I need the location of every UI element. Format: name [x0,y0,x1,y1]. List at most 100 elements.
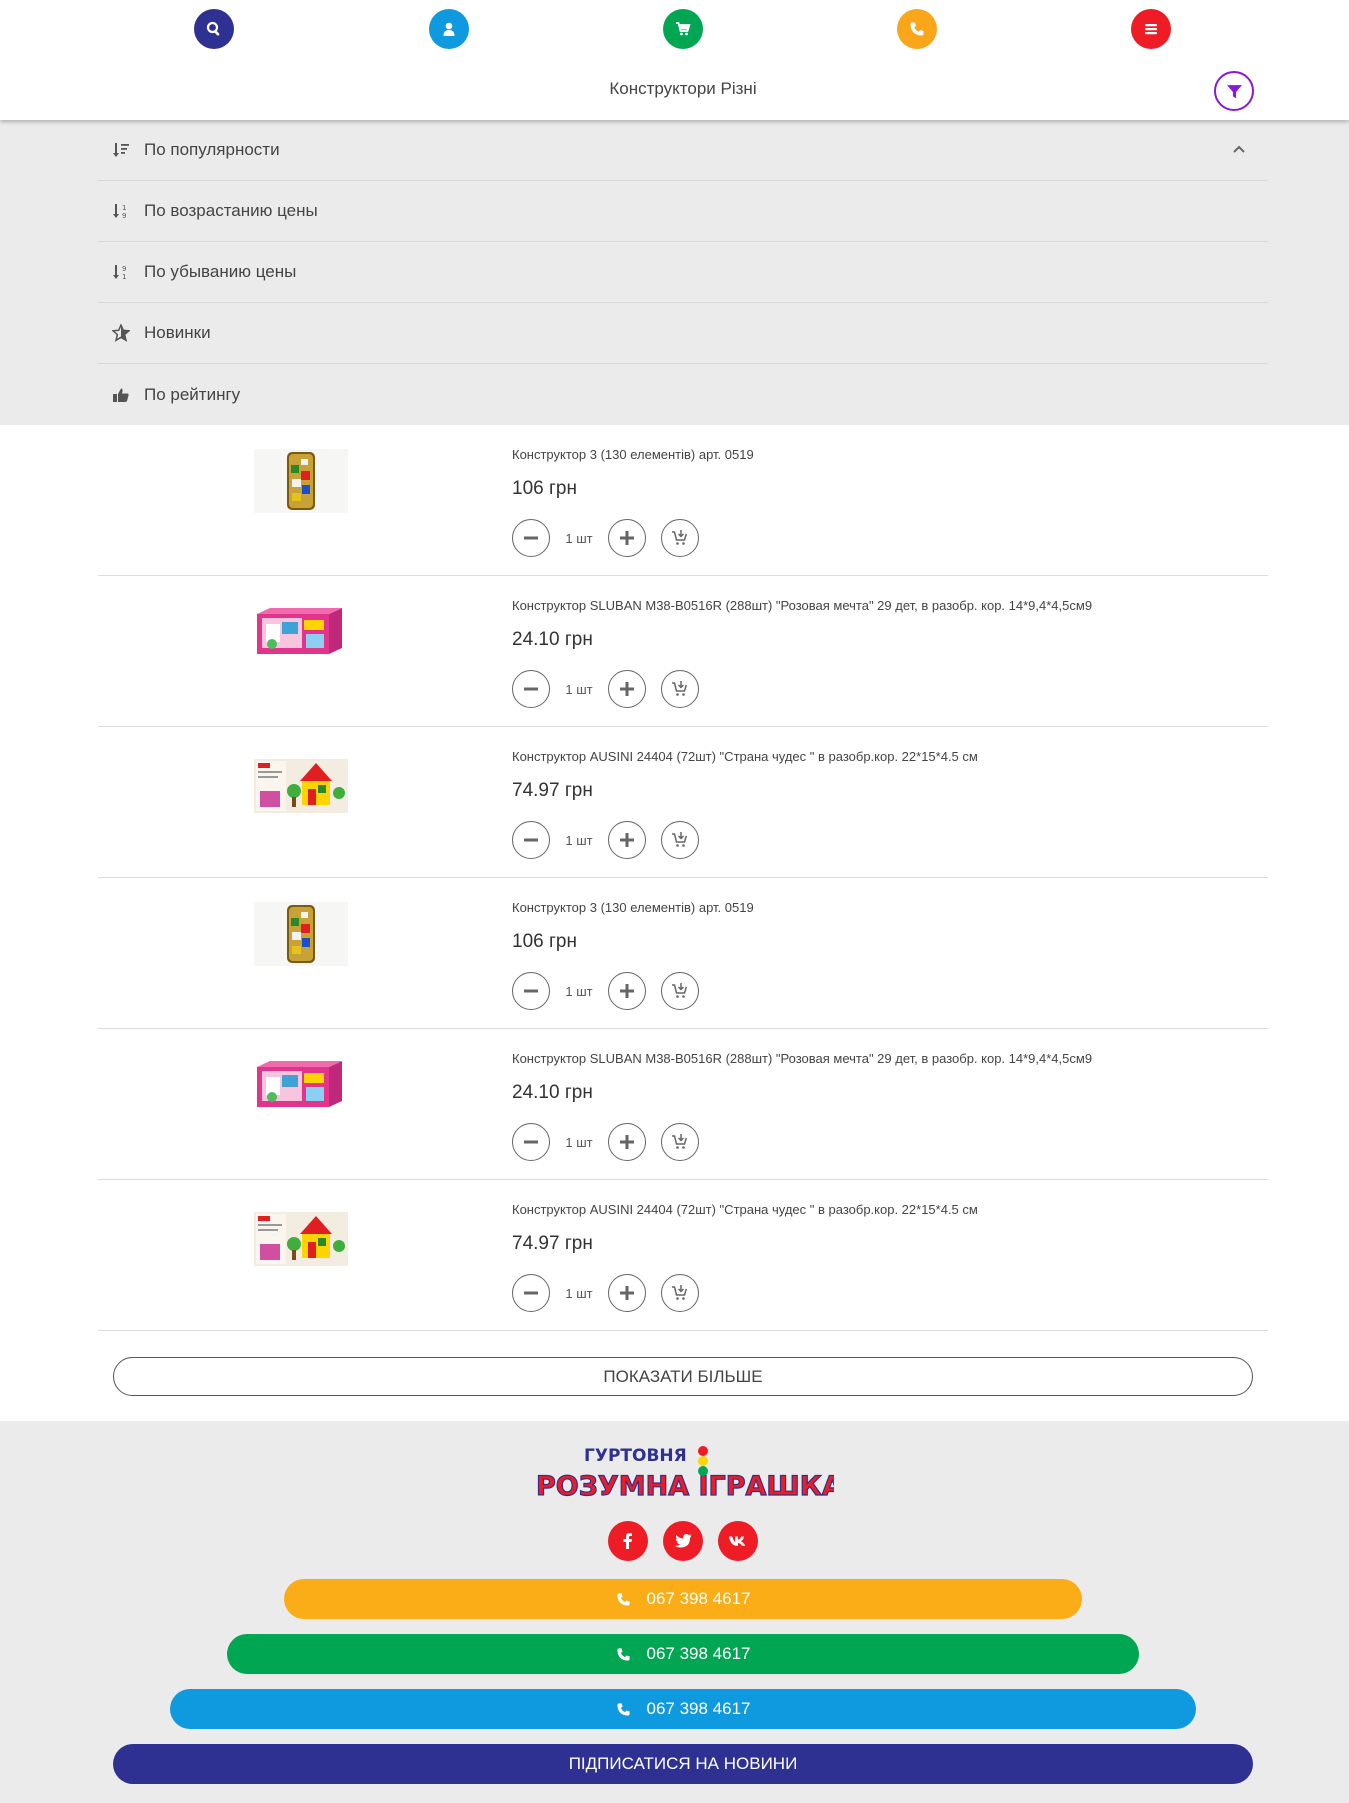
quantity-value: 1 шт [565,1134,593,1150]
sort-label: По убыванию цены [144,262,297,281]
phone-pill-2[interactable]: 067 398 4617 [227,1634,1139,1674]
cart-add-icon [672,681,688,696]
minus-icon [524,838,538,842]
increase-button[interactable] [608,821,646,859]
filter-button[interactable] [1214,71,1254,111]
sort-descending-icon: 91 [112,262,130,282]
cart-add-icon [672,832,688,847]
add-to-cart-button[interactable] [661,670,699,708]
product-name[interactable]: Конструктор SLUBAN M38-B0516R (288шт) "Р… [512,1051,1092,1066]
product-item: Конструктор AUSINI 24404 (72шт) "Страна … [98,727,1268,878]
cart-add-icon [672,983,688,998]
svg-text:9: 9 [122,212,126,220]
increase-button[interactable] [608,1274,646,1312]
product-image[interactable] [254,1204,348,1268]
quantity-stepper: 1 шт [512,1123,699,1161]
add-to-cart-button[interactable] [661,519,699,557]
footer: ГУРТОВНЯ РОЗУМНА ІГРАШКА 067 398 4617 06… [0,1421,1349,1803]
user-icon [443,22,455,36]
sort-option-rating[interactable]: По рейтингу [98,364,1268,425]
product-item: Конструктор AUSINI 24404 (72шт) "Страна … [98,1180,1268,1331]
add-to-cart-button[interactable] [661,821,699,859]
add-to-cart-button[interactable] [661,1274,699,1312]
quantity-value: 1 шт [565,832,593,848]
product-name[interactable]: Конструктор SLUBAN M38-B0516R (288шт) "Р… [512,598,1092,613]
quantity-value: 1 шт [565,1285,593,1301]
phone-pill-3[interactable]: 067 398 4617 [170,1689,1196,1729]
vk-icon [729,1536,746,1546]
chevron-up-icon[interactable] [1232,142,1246,156]
phone-number: 067 398 4617 [646,1589,751,1608]
add-to-cart-button[interactable] [661,1123,699,1161]
decrease-button[interactable] [512,972,550,1010]
phone-icon [616,1592,630,1606]
menu-button[interactable] [1131,9,1171,49]
plus-icon [620,1286,634,1300]
twitter-icon [674,1534,692,1548]
product-image[interactable] [254,902,348,966]
quantity-stepper: 1 шт [512,1274,699,1312]
decrease-button[interactable] [512,670,550,708]
sort-option-new[interactable]: Новинки [98,303,1268,364]
product-image[interactable] [254,751,348,815]
twitter-button[interactable] [663,1521,703,1561]
increase-button[interactable] [608,519,646,557]
cart-add-icon [672,1285,688,1300]
product-item: Конструктор 3 (130 елементів) арт. 0519 … [98,425,1268,576]
product-price: 106 грн [512,931,577,952]
sort-ascending-icon: 19 [112,201,130,221]
subscribe-label: ПІДПИСАТИСЯ НА НОВИНИ [568,1754,798,1773]
cart-add-icon [672,1134,688,1149]
product-price: 106 грн [512,478,577,499]
subscribe-button[interactable]: ПІДПИСАТИСЯ НА НОВИНИ [113,1744,1253,1784]
sort-option-price-desc[interactable]: 91 По убыванию цены [98,242,1268,303]
logo[interactable]: ГУРТОВНЯ РОЗУМНА ІГРАШКА [534,1441,843,1503]
quantity-stepper: 1 шт [512,972,699,1010]
sort-option-popularity[interactable]: По популярности [98,120,1268,181]
increase-button[interactable] [608,972,646,1010]
decrease-button[interactable] [512,519,550,557]
product-name[interactable]: Конструктор AUSINI 24404 (72шт) "Страна … [512,749,978,764]
product-name[interactable]: Конструктор AUSINI 24404 (72шт) "Страна … [512,1202,978,1217]
menu-icon [1145,24,1157,35]
plus-icon [620,682,634,696]
search-icon [206,21,220,36]
logo-main-text: РОЗУМНА ІГРАШКА [536,1471,834,1502]
plus-icon [620,833,634,847]
account-button[interactable] [429,9,469,49]
filter-icon [1226,84,1242,98]
product-image[interactable] [254,1053,348,1117]
minus-icon [524,1140,538,1144]
phone-number: 067 398 4617 [646,1644,751,1663]
add-to-cart-button[interactable] [661,972,699,1010]
phone-icon [910,22,924,36]
quantity-stepper: 1 шт [512,670,699,708]
vk-button[interactable] [718,1521,758,1561]
product-name[interactable]: Конструктор 3 (130 елементів) арт. 0519 [512,447,754,462]
phone-icon [616,1702,630,1716]
minus-icon [524,1291,538,1295]
phone-number: 067 398 4617 [646,1699,751,1718]
product-price: 74.97 грн [512,780,593,801]
facebook-button[interactable] [608,1521,648,1561]
cart-button[interactable] [663,9,703,49]
show-more-button[interactable]: ПОКАЗАТИ БІЛЬШЕ [113,1357,1253,1396]
search-button[interactable] [194,9,234,49]
svg-text:1: 1 [122,204,126,212]
quantity-stepper: 1 шт [512,821,699,859]
decrease-button[interactable] [512,821,550,859]
product-image[interactable] [254,600,348,664]
decrease-button[interactable] [512,1274,550,1312]
product-image[interactable] [254,449,348,513]
phone-icon [616,1647,630,1661]
thumbs-up-icon [112,385,130,405]
increase-button[interactable] [608,1123,646,1161]
phone-button[interactable] [897,9,937,49]
plus-icon [620,1135,634,1149]
sort-option-price-asc[interactable]: 19 По возрастанию цены [98,181,1268,242]
decrease-button[interactable] [512,1123,550,1161]
product-name[interactable]: Конструктор 3 (130 елементів) арт. 0519 [512,900,754,915]
increase-button[interactable] [608,670,646,708]
product-price: 24.10 грн [512,629,593,650]
phone-pill-1[interactable]: 067 398 4617 [284,1579,1082,1619]
